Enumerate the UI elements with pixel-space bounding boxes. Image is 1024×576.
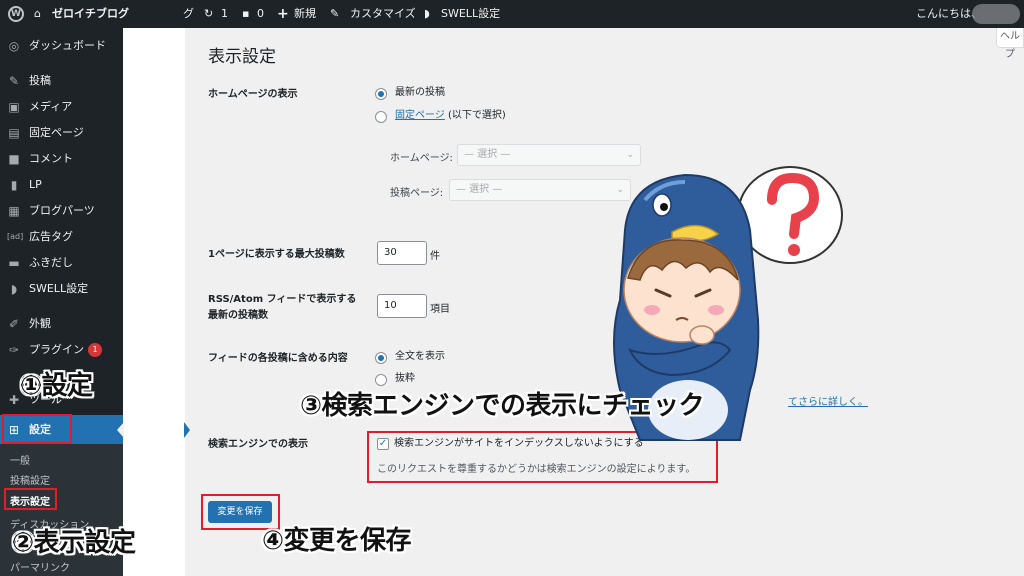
site-name-cut: グ xyxy=(183,7,194,20)
plugin-icon: ✑ xyxy=(8,343,20,357)
tools-icon: ✚ xyxy=(8,393,20,407)
content-gap xyxy=(123,28,185,576)
submenu-item-permalinks[interactable]: パーマリンク xyxy=(10,559,70,574)
sidebar-item-label: 固定ページ xyxy=(29,126,84,139)
sidebar-item-comments[interactable]: ■ コメント xyxy=(0,147,123,171)
annotation-step4: ④変更を保存 xyxy=(262,526,412,556)
highlight-settings xyxy=(2,414,72,444)
feed-count-label-line2: 最新の投稿数 xyxy=(208,310,268,321)
brush-icon: ✎ xyxy=(330,7,340,20)
page-icon: ▤ xyxy=(8,126,20,140)
sidebar-item-label: 投稿 xyxy=(29,74,51,87)
sidebar-item-label: コメント xyxy=(29,152,73,165)
homepage-display-label: ホームページの表示 xyxy=(208,89,298,100)
radio-latest-posts[interactable] xyxy=(375,88,387,100)
avatar[interactable] xyxy=(972,4,1020,24)
comment-icon[interactable]: ▪ xyxy=(242,0,249,28)
sidebar-item-label: 外観 xyxy=(29,317,51,330)
sidebar-item-lp[interactable]: ▮ LP xyxy=(0,173,123,197)
updates-icon[interactable]: ↻ xyxy=(204,0,213,28)
sidebar-item-dashboard[interactable]: ◎ ダッシュボード xyxy=(0,34,123,58)
feed-content-label: フィードの各投稿に含める内容 xyxy=(208,353,348,364)
sidebar-item-blog-parts[interactable]: ▦ ブログパーツ xyxy=(0,199,123,223)
sidebar-item-ad-tags[interactable]: [ad] 広告タグ xyxy=(0,225,123,249)
sidebar-item-label: ダッシュボード xyxy=(29,39,106,52)
option-excerpt: 抜粋 xyxy=(395,373,415,384)
swell-icon: ◗ xyxy=(424,7,430,20)
radio-full-text[interactable] xyxy=(375,352,387,364)
radio-static-page[interactable] xyxy=(375,111,387,123)
menu-notch xyxy=(117,422,124,438)
help-tab[interactable]: ヘルプ xyxy=(996,28,1024,60)
wordpress-logo-icon[interactable]: W xyxy=(8,6,24,22)
sidebar-item-balloons[interactable]: ▬ ふきだし xyxy=(0,251,123,275)
pin-icon: ✎ xyxy=(8,74,20,88)
homepage-select-label: ホームページ: xyxy=(390,153,453,164)
blog-parts-icon: ▦ xyxy=(8,204,20,218)
submenu-item-general[interactable]: 一般 xyxy=(10,452,30,467)
search-engine-label: 検索エンジンでの表示 xyxy=(208,439,308,450)
sidebar-item-label: 広告タグ xyxy=(29,230,73,243)
posts-per-page-input[interactable]: 30 xyxy=(377,241,427,265)
posts-per-page-label: 1ページに表示する最大投稿数 xyxy=(208,249,345,260)
sidebar-item-media[interactable]: ▣ メディア xyxy=(0,95,123,119)
annotation-step1: ①設定 xyxy=(20,371,93,401)
sidebar-item-label: ブログパーツ xyxy=(29,204,95,217)
updates-count: 1 xyxy=(221,7,228,20)
static-page-link[interactable]: 固定ページ xyxy=(395,110,445,121)
lp-icon: ▮ xyxy=(10,178,18,192)
sidebar-item-posts[interactable]: ✎ 投稿 xyxy=(0,69,123,93)
comment-icon: ■ xyxy=(8,152,20,166)
home-icon: ⌂ xyxy=(34,7,41,20)
page-title: 表示設定 xyxy=(208,47,276,67)
sidebar-item-plugins[interactable]: ✑ プラグイン 1 xyxy=(0,338,123,362)
annotation-step2: ②表示設定 xyxy=(12,528,136,558)
highlight-reading xyxy=(4,488,57,510)
submenu-item-writing[interactable]: 投稿設定 xyxy=(10,472,50,487)
appearance-icon: ✐ xyxy=(8,317,20,331)
sidebar-item-label: プラグイン 1 xyxy=(29,338,102,362)
option-latest-posts: 最新の投稿 xyxy=(395,87,445,98)
sidebar-item-label: メディア xyxy=(29,100,73,113)
sidebar-item-label: ふきだし xyxy=(29,256,73,269)
sidebar-item-appearance[interactable]: ✐ 外観 xyxy=(0,312,123,336)
annotation-step3: ③検索エンジンでの表示にチェック xyxy=(300,391,705,421)
comments-count: 0 xyxy=(257,7,264,20)
swell-settings-link[interactable]: SWELL設定 xyxy=(441,0,500,28)
feed-count-input[interactable]: 10 xyxy=(377,294,427,318)
option-static-page: 固定ページ (以下で選択) xyxy=(395,110,506,121)
feed-count-unit: 項目 xyxy=(430,304,450,315)
site-name-link[interactable]: ゼロイチブログ xyxy=(52,0,129,28)
dashboard-icon: ◎ xyxy=(8,39,20,53)
media-icon: ▣ xyxy=(8,100,20,114)
sidebar-item-pages[interactable]: ▤ 固定ページ xyxy=(0,121,123,145)
ad-tag-icon: [ad] xyxy=(7,232,24,241)
feed-count-label-line1: RSS/Atom フィードで表示する xyxy=(208,294,357,305)
customize-link[interactable]: カスタマイズ xyxy=(350,0,416,28)
posts-per-page-unit: 件 xyxy=(430,251,440,262)
admin-bar: W ⌂ ゼロイチブログ グ ↻ 1 ▪ 0 + 新規 ✎ カスタマイズ ◗ SW… xyxy=(0,0,1024,28)
new-content-link[interactable]: 新規 xyxy=(294,0,316,28)
sidebar-item-label: SWELL設定 xyxy=(29,282,89,295)
sidebar-item-label: LP xyxy=(29,178,42,191)
sidebar-item-swell[interactable]: ◗ SWELL設定 xyxy=(0,277,123,301)
plugin-update-badge: 1 xyxy=(88,343,102,357)
option-full-text: 全文を表示 xyxy=(395,351,445,362)
plus-icon[interactable]: + xyxy=(277,0,289,28)
swell-icon: ◗ xyxy=(10,282,18,296)
posts-page-select-label: 投稿ページ: xyxy=(390,188,444,199)
balloon-icon: ▬ xyxy=(8,256,20,270)
